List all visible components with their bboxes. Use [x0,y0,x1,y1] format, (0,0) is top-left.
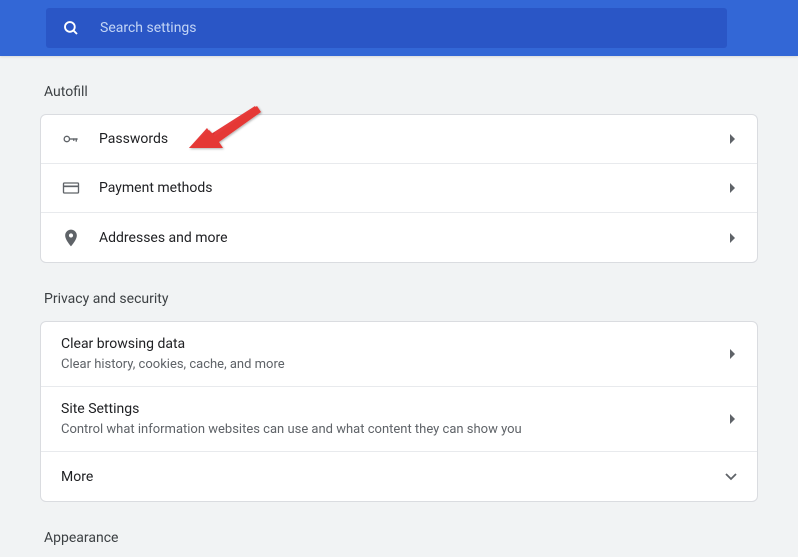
site-settings-sub: Control what information websites can us… [61,421,729,439]
chevron-right-icon [729,349,737,359]
key-icon [61,129,81,149]
search-input[interactable] [100,20,711,36]
credit-card-icon [61,178,81,198]
chevron-right-icon [729,134,737,144]
search-icon [62,19,80,37]
payment-label: Payment methods [99,178,729,198]
clear-browsing-row[interactable]: Clear browsing data Clear history, cooki… [41,322,757,387]
chevron-right-icon [729,183,737,193]
passwords-label: Passwords [99,129,729,149]
addresses-label: Addresses and more [99,228,729,248]
autofill-card: Passwords Payment methods [40,114,758,263]
more-label: More [61,467,725,487]
site-settings-content: Site Settings Control what information w… [61,387,729,451]
header [0,0,798,56]
payment-row[interactable]: Payment methods [41,164,757,213]
chevron-right-icon [729,233,737,243]
passwords-row[interactable]: Passwords [41,115,757,164]
more-content: More [61,455,725,499]
more-row[interactable]: More [41,452,757,501]
content: Autofill Passwords [0,84,798,546]
section-title-autofill: Autofill [44,84,758,100]
addresses-content: Addresses and more [99,216,729,260]
clear-browsing-label: Clear browsing data [61,334,729,354]
payment-content: Payment methods [99,166,729,210]
site-settings-label: Site Settings [61,399,729,419]
clear-browsing-sub: Clear history, cookies, cache, and more [61,356,729,374]
site-settings-row[interactable]: Site Settings Control what information w… [41,387,757,452]
passwords-content: Passwords [99,117,729,161]
search-container[interactable] [46,8,727,48]
chevron-right-icon [729,414,737,424]
section-title-appearance: Appearance [44,530,758,546]
addresses-row[interactable]: Addresses and more [41,213,757,262]
location-icon [61,228,81,248]
privacy-card: Clear browsing data Clear history, cooki… [40,321,758,502]
chevron-down-icon [725,473,737,481]
clear-browsing-content: Clear browsing data Clear history, cooki… [61,322,729,386]
section-title-privacy: Privacy and security [44,291,758,307]
